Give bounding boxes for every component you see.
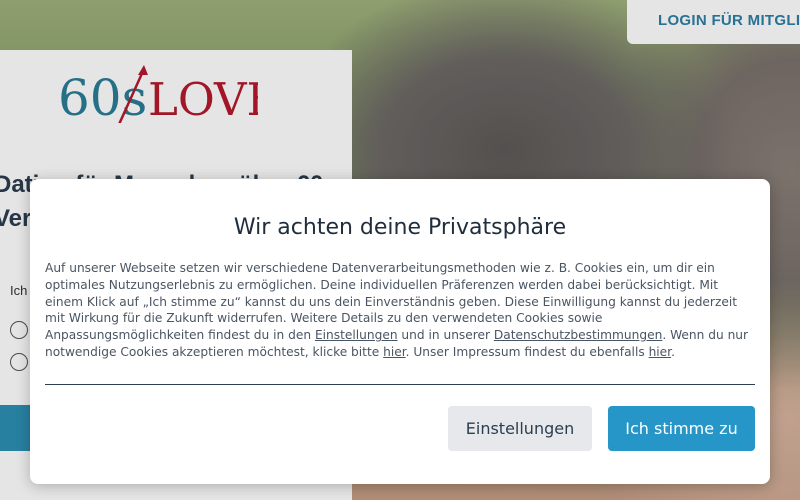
dialog-text: Auf unserer Webseite setzen wir verschie… <box>45 260 757 361</box>
privacy-policy-link[interactable]: Datenschutzbestimmungen <box>494 328 662 342</box>
settings-link[interactable]: Einstellungen <box>315 328 398 342</box>
cookie-consent-dialog: Wir achten deine Privatsphäre Auf unsere… <box>30 179 770 484</box>
necessary-only-link[interactable]: hier <box>383 345 406 359</box>
dialog-text-part-2: und in unserer <box>397 328 494 343</box>
dialog-text-part-4: . Unser Impressum findest du ebenfalls <box>405 344 649 359</box>
dialog-text-part-5: . <box>671 344 675 359</box>
accept-button[interactable]: Ich stimme zu <box>608 406 755 451</box>
dialog-title: Wir achten deine Privatsphäre <box>233 215 567 240</box>
imprint-link[interactable]: hier <box>649 345 672 359</box>
settings-button[interactable]: Einstellungen <box>448 406 592 451</box>
dialog-divider <box>45 384 755 385</box>
